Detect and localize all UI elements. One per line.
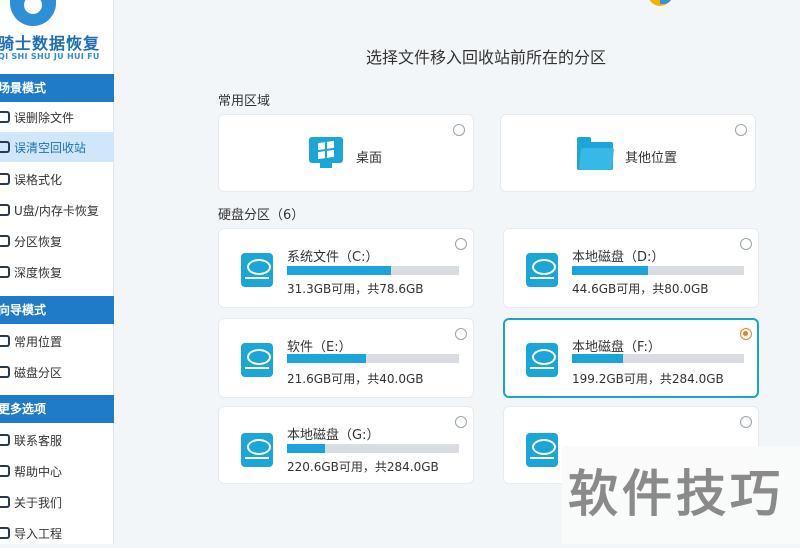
sidebar-item-label: 导入工程 (14, 526, 63, 541)
partition-card-g[interactable]: 本地磁盘（G:） 220.6GB可用，共284.0GB (218, 406, 474, 484)
section-header-wizard-mode: 向导模式 (0, 296, 114, 324)
usage-bar-fill (572, 354, 624, 363)
sidebar-item-label: 常用位置 (14, 334, 63, 349)
sidebar-item-label: 误清空回收站 (14, 140, 87, 155)
sidebar: 骑士数据恢复 QI SHI SHU JU HUI FU 场景模式 误删除文件 误… (0, 0, 114, 544)
disk-icon (0, 366, 10, 378)
partition-icon (0, 235, 10, 247)
sidebar-item-deep-recovery[interactable]: 深度恢复 (0, 257, 114, 287)
hard-disk-icon (526, 343, 558, 377)
partition-name: 本地磁盘（F:） (572, 340, 661, 355)
format-icon (0, 173, 10, 185)
usage-bar-fill (572, 266, 649, 275)
sidebar-item-deleted-files[interactable]: 误删除文件 (0, 102, 114, 132)
watermark-text: 软件技巧 (568, 465, 784, 523)
partition-card-d[interactable]: 本地磁盘（D:） 44.6GB可用，共80.0GB (503, 228, 759, 308)
sidebar-item-help-center[interactable]: 帮助中心 (0, 456, 114, 486)
page-title: 选择文件移入回收站前所在的分区 (366, 48, 607, 67)
radio-button[interactable] (740, 416, 752, 428)
info-icon (0, 496, 10, 508)
location-icon (0, 335, 10, 347)
usage-bar (572, 354, 744, 363)
sidebar-item-label: 关于我们 (14, 495, 63, 510)
partition-card-e[interactable]: 软件（E:） 21.6GB可用，共40.0GB (218, 318, 474, 398)
support-icon (0, 434, 10, 446)
hard-disk-icon (241, 343, 273, 377)
sidebar-item-label: 误删除文件 (14, 110, 75, 125)
sidebar-item-emptied-recycle-bin[interactable]: 误清空回收站 (0, 132, 114, 162)
hard-disk-icon (241, 433, 273, 467)
sidebar-item-partition-recovery[interactable]: 分区恢复 (0, 226, 114, 256)
section-header-scene-mode: 场景模式 (0, 74, 114, 102)
brand-corner-icon (648, 0, 672, 6)
capacity-text: 199.2GB可用，共284.0GB (572, 372, 724, 386)
deep-scan-icon (0, 266, 10, 278)
usage-bar-fill (287, 266, 391, 275)
sidebar-item-label: 分区恢复 (14, 234, 63, 249)
common-area-label: 常用区域 (218, 94, 271, 109)
sidebar-item-label: U盘/内存卡恢复 (14, 203, 99, 218)
radio-button[interactable] (735, 124, 747, 136)
capacity-text: 31.3GB可用，共78.6GB (287, 282, 424, 296)
radio-button[interactable] (455, 416, 467, 428)
sidebar-item-label: 误格式化 (14, 172, 63, 187)
hard-disk-icon (526, 253, 558, 287)
usage-bar (287, 354, 459, 363)
partition-name: 软件（E:） (287, 340, 352, 355)
app-title-pinyin: QI SHI SHU JU HUI FU (0, 52, 100, 61)
location-name: 其他位置 (625, 151, 678, 166)
usage-bar (572, 266, 744, 275)
disk-area-label: 硬盘分区（6） (218, 208, 305, 223)
sidebar-item-label: 磁盘分区 (14, 365, 63, 380)
radio-button[interactable] (453, 124, 465, 136)
sidebar-item-formatted[interactable]: 误格式化 (0, 164, 114, 194)
partition-card-f[interactable]: 本地磁盘（F:） 199.2GB可用，共284.0GB (503, 318, 759, 398)
partition-name: 本地磁盘（D:） (572, 250, 665, 265)
capacity-text: 44.6GB可用，共80.0GB (572, 282, 709, 296)
usb-icon (0, 204, 10, 216)
help-icon (0, 465, 10, 477)
usage-bar-fill (287, 444, 326, 453)
partition-name: 本地磁盘（G:） (287, 428, 380, 443)
import-icon (0, 527, 10, 539)
radio-button[interactable] (740, 238, 752, 250)
file-icon (0, 111, 10, 123)
radio-button[interactable] (455, 328, 467, 340)
section-header-more-options: 更多选项 (0, 395, 114, 423)
sidebar-item-disk-partitions[interactable]: 磁盘分区 (0, 357, 114, 387)
sidebar-item-about-us[interactable]: 关于我们 (0, 487, 114, 517)
watermark: 软件技巧 (562, 446, 800, 544)
location-card-desktop[interactable]: 桌面 (218, 114, 474, 192)
folder-icon (577, 137, 613, 170)
capacity-text: 220.6GB可用，共284.0GB (287, 460, 439, 474)
app-logo: 骑士数据恢复 QI SHI SHU JU HUI FU (0, 0, 114, 74)
sidebar-item-label: 帮助中心 (14, 464, 63, 479)
hard-disk-icon (526, 433, 558, 467)
recycle-bin-icon (0, 141, 10, 153)
app-title: 骑士数据恢复 (0, 34, 101, 53)
usage-bar (287, 266, 459, 275)
windows-desktop-icon (309, 137, 343, 168)
sidebar-item-label: 深度恢复 (14, 265, 63, 280)
usage-bar (287, 444, 459, 453)
sidebar-item-usb-card-recovery[interactable]: U盘/内存卡恢复 (0, 195, 114, 225)
sidebar-item-contact-support[interactable]: 联系客服 (0, 425, 114, 455)
capacity-text: 21.6GB可用，共40.0GB (287, 372, 424, 386)
usage-bar-fill (287, 354, 367, 363)
knight-logo-icon (10, 0, 56, 26)
location-name: 桌面 (356, 151, 383, 166)
location-card-other[interactable]: 其他位置 (500, 114, 756, 192)
partition-name: 系统文件（C:） (287, 250, 379, 265)
sidebar-item-common-locations[interactable]: 常用位置 (0, 326, 114, 356)
radio-button-selected[interactable] (740, 328, 752, 340)
partition-card-c[interactable]: 系统文件（C:） 31.3GB可用，共78.6GB (218, 228, 474, 308)
hard-disk-icon (241, 253, 273, 287)
sidebar-item-label: 联系客服 (14, 433, 63, 448)
radio-button[interactable] (455, 238, 467, 250)
